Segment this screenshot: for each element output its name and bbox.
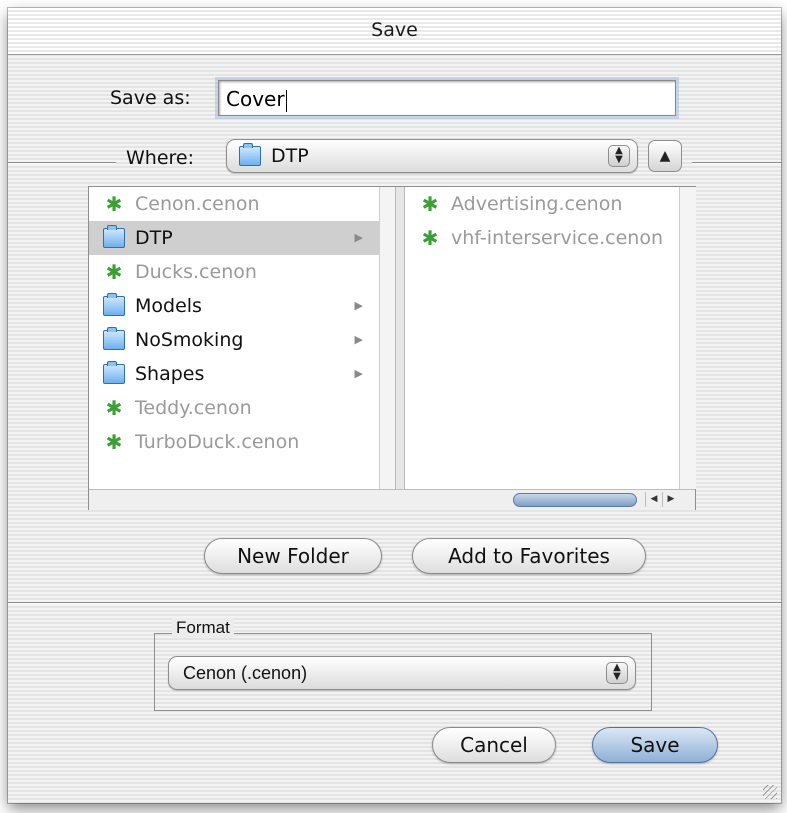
disclosure-arrow-icon: ▶: [354, 367, 363, 380]
text-caret: [285, 89, 287, 112]
list-item-label: Ducks.cenon: [135, 261, 257, 283]
list-item-label: vhf-interservice.cenon: [451, 227, 664, 249]
list-item[interactable]: ✱ vhf-interservice.cenon: [405, 221, 679, 255]
column-2-scrollbar[interactable]: [679, 187, 696, 489]
save-as-value: Cover: [226, 87, 285, 111]
cenon-document-icon: ✱: [105, 260, 123, 284]
where-popup[interactable]: DTP ▲ ▼: [226, 139, 638, 173]
format-group-label: Format: [172, 618, 234, 638]
cenon-document-icon: ✱: [421, 226, 439, 250]
triangle-up-icon: ▲: [659, 148, 671, 164]
cenon-document-icon: ✱: [421, 192, 439, 216]
scroll-thumb[interactable]: [513, 493, 637, 507]
scroll-left-icon[interactable]: ◀: [645, 492, 662, 507]
resize-grip-icon[interactable]: [763, 785, 777, 799]
column-divider[interactable]: [395, 187, 405, 489]
cancel-button[interactable]: Cancel: [432, 727, 556, 763]
new-folder-button[interactable]: New Folder: [204, 538, 382, 574]
cenon-document-icon: ✱: [105, 396, 123, 420]
separator-left: [8, 162, 116, 164]
column-1-scrollbar[interactable]: [379, 187, 396, 489]
disclosure-arrow-icon: ▶: [354, 299, 363, 312]
list-item[interactable]: Models ▶: [89, 289, 379, 323]
cenon-document-icon: ✱: [105, 192, 123, 216]
list-item-label: Teddy.cenon: [135, 397, 252, 419]
popup-arrows-icon: ▲ ▼: [606, 662, 628, 684]
folder-icon: [103, 361, 125, 384]
list-item-label: DTP: [135, 227, 173, 249]
list-item[interactable]: ✱ Teddy.cenon: [89, 391, 379, 425]
list-item-label: Cenon.cenon: [135, 193, 260, 215]
folder-icon: [103, 327, 125, 350]
where-label: Where:: [126, 147, 195, 169]
list-item-label: NoSmoking: [135, 329, 244, 351]
title-bar[interactable]: Save: [8, 8, 781, 55]
list-item[interactable]: Shapes ▶: [89, 357, 379, 391]
separator-right: [692, 162, 781, 164]
format-popup[interactable]: Cenon (.cenon) ▲ ▼: [168, 656, 636, 690]
list-item-label: Shapes: [135, 363, 205, 385]
folder-icon: [239, 143, 261, 166]
list-item[interactable]: DTP ▶: [89, 221, 379, 255]
list-item[interactable]: ✱ Advertising.cenon: [405, 187, 679, 221]
add-to-favorites-button[interactable]: Add to Favorites: [412, 538, 646, 574]
save-dialog: Save Save as: Cover Where: DTP ▲ ▼ ▲ ✱ Cen…: [8, 8, 781, 803]
popup-arrows-icon: ▲ ▼: [608, 145, 630, 167]
list-item[interactable]: ✱ Ducks.cenon: [89, 255, 379, 289]
save-as-field[interactable]: Cover: [218, 80, 676, 116]
scroll-right-icon[interactable]: ▶: [662, 492, 679, 507]
collapse-button[interactable]: ▲: [648, 140, 682, 172]
browser-column-1: ✱ Cenon.cenon DTP ▶ ✱ Ducks.cenon Models ▶ NoSmo…: [89, 187, 379, 489]
file-browser: ✱ Cenon.cenon DTP ▶ ✱ Ducks.cenon Models ▶ NoSmo…: [88, 186, 696, 510]
list-item[interactable]: ✱ TurboDuck.cenon: [89, 425, 379, 459]
save-button[interactable]: Save: [592, 727, 718, 763]
section-separator: [8, 602, 781, 604]
list-item-label: TurboDuck.cenon: [135, 431, 300, 453]
browser-column-2: ✱ Advertising.cenon ✱ vhf-interservice.ceno…: [405, 187, 679, 489]
disclosure-arrow-icon: ▶: [354, 333, 363, 346]
list-item-label: Advertising.cenon: [451, 193, 623, 215]
disclosure-arrow-icon: ▶: [354, 231, 363, 244]
list-item[interactable]: ✱ Cenon.cenon: [89, 187, 379, 221]
list-item-label: Models: [135, 295, 202, 317]
horizontal-scrollbar[interactable]: ◀ ▶: [89, 489, 695, 510]
window-title: Save: [371, 19, 418, 41]
list-item[interactable]: NoSmoking ▶: [89, 323, 379, 357]
format-selected: Cenon (.cenon): [183, 663, 308, 683]
folder-icon: [103, 293, 125, 316]
save-as-label: Save as:: [110, 87, 191, 109]
where-selected: DTP: [271, 145, 309, 167]
folder-icon: [103, 225, 125, 248]
cenon-document-icon: ✱: [105, 430, 123, 454]
